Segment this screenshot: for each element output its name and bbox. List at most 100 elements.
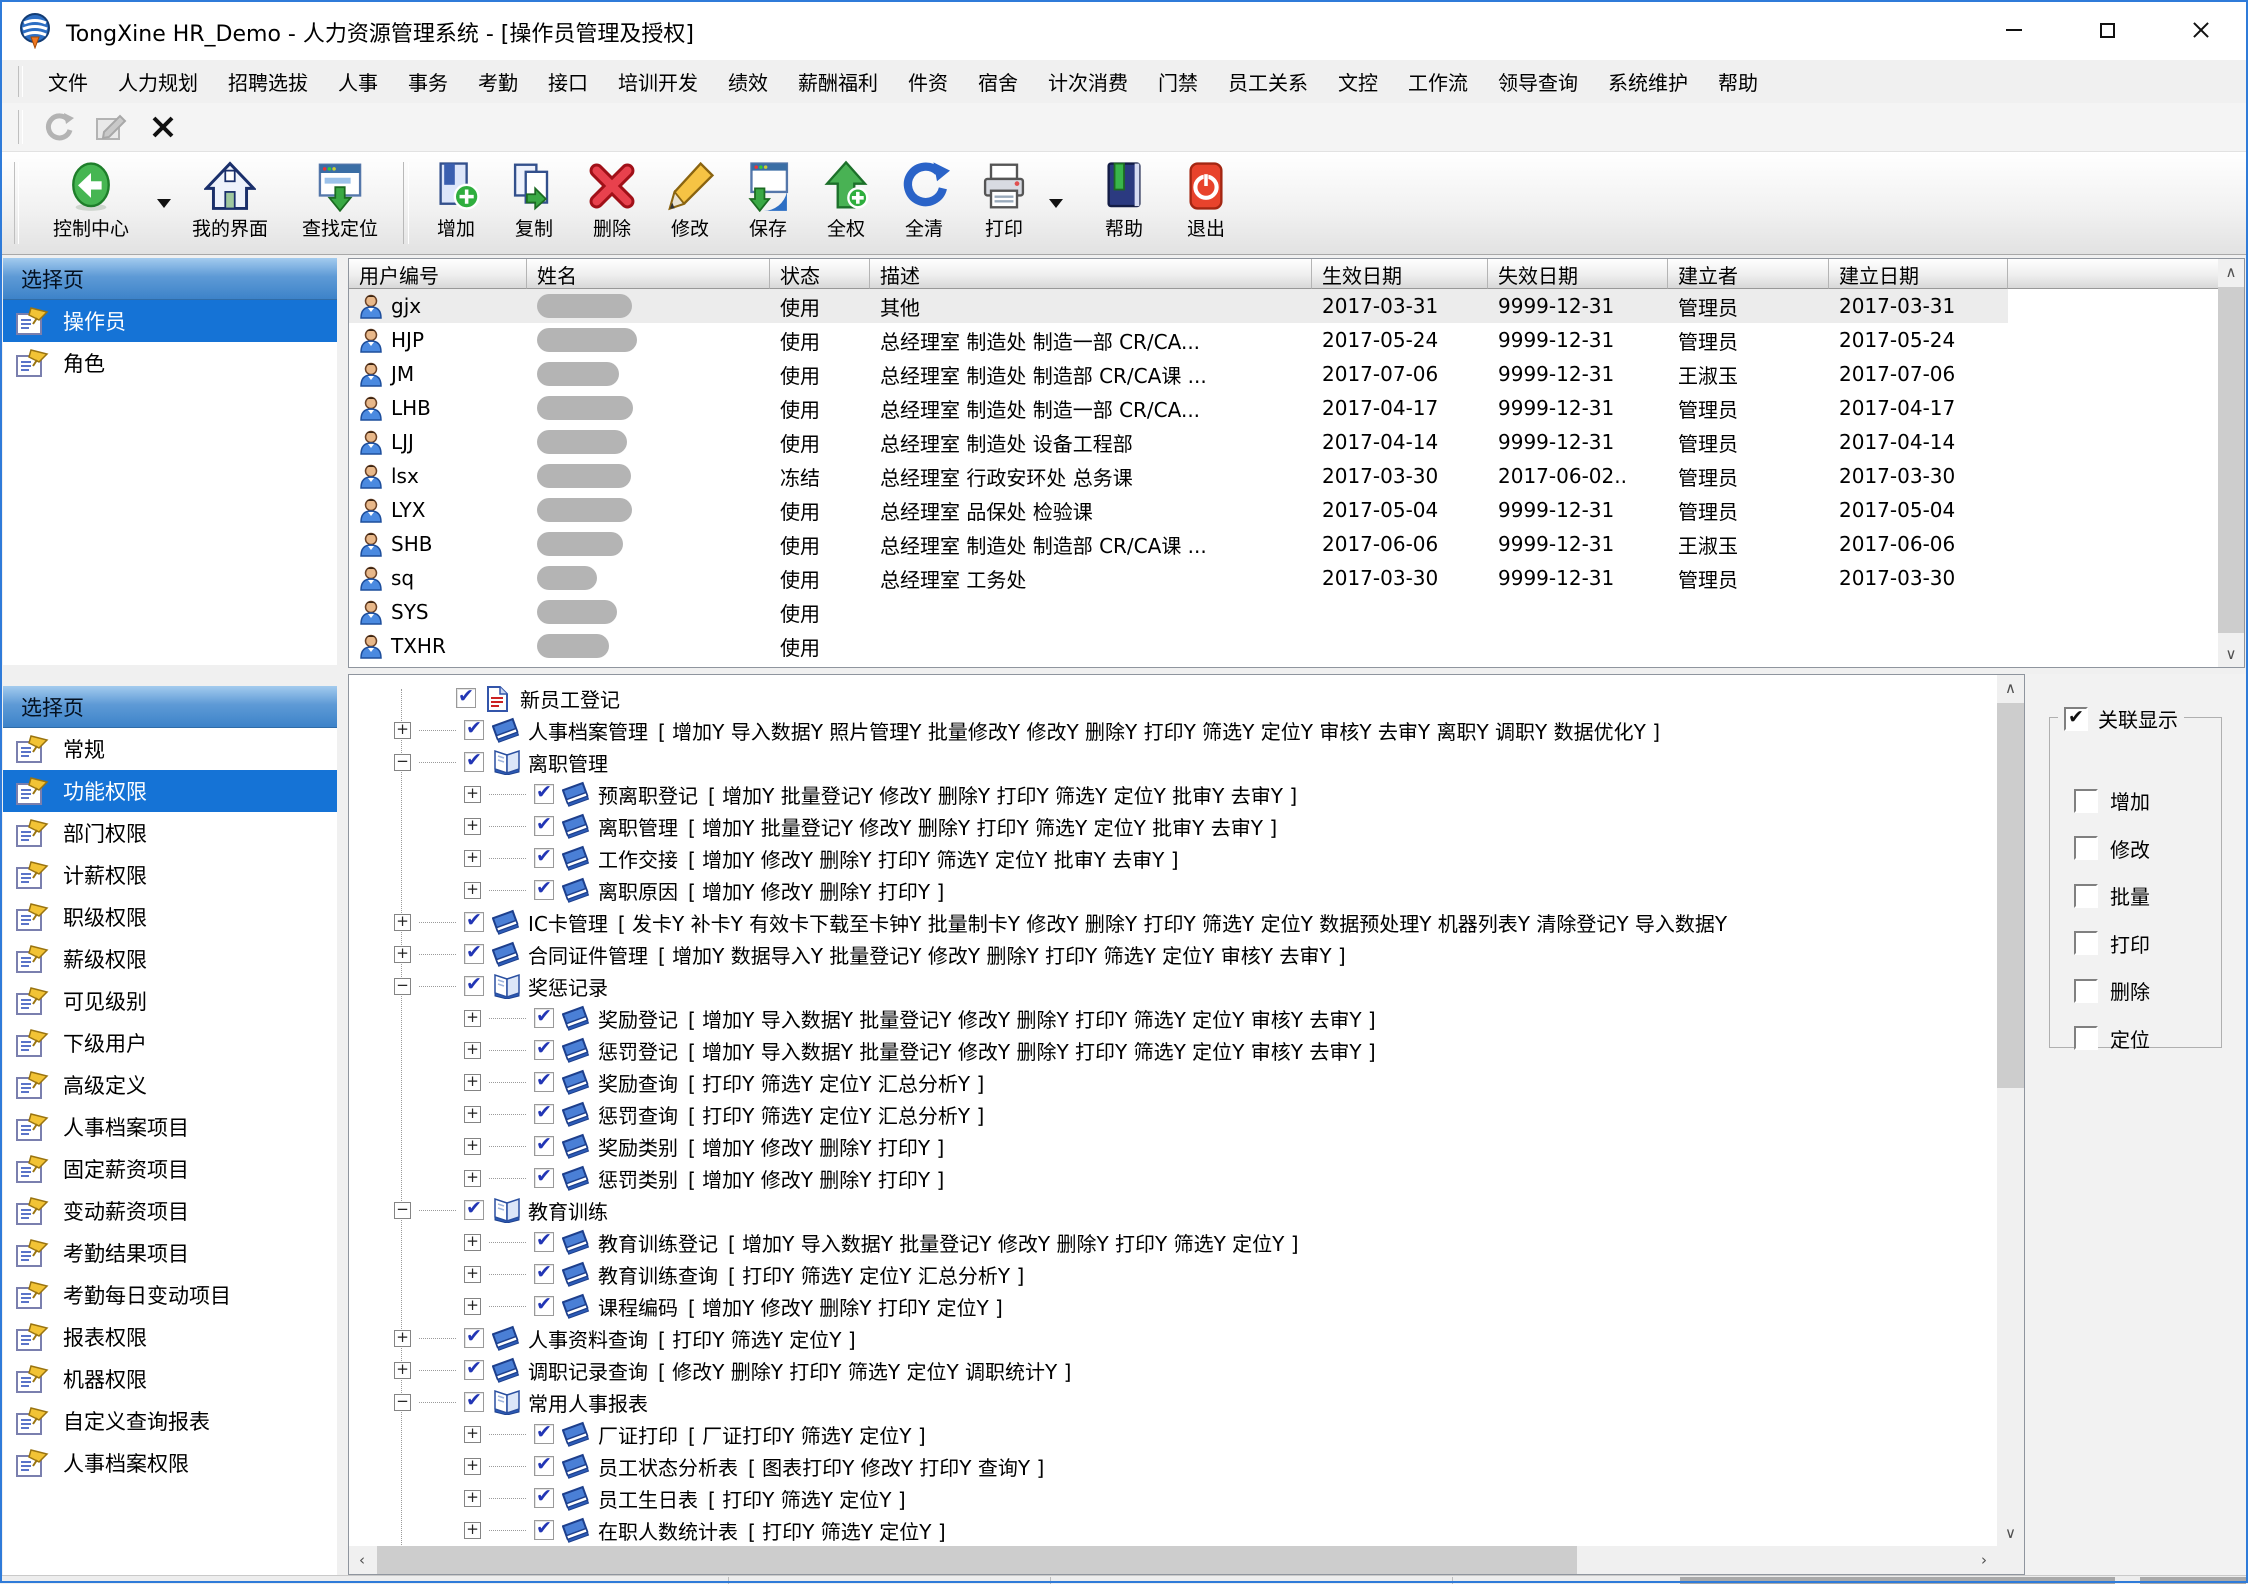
delete-button[interactable]: 删除 <box>573 152 651 254</box>
sidebar-item-常规[interactable]: 常规 <box>3 728 337 770</box>
maximize-button[interactable] <box>2090 14 2124 46</box>
tree-checkbox[interactable] <box>534 1072 554 1092</box>
tree-label[interactable]: 在职人数统计表 <box>598 1516 738 1545</box>
vertical-splitter[interactable] <box>337 258 348 1575</box>
sidebar-item-人事档案项目[interactable]: 人事档案项目 <box>3 1106 337 1148</box>
tree-label[interactable]: 教育训练 <box>528 1196 608 1225</box>
expand-toggle[interactable]: + <box>464 850 481 867</box>
tree-checkbox[interactable] <box>534 880 554 900</box>
control-center-button[interactable]: 控制中心 <box>29 152 153 254</box>
clear-all-button[interactable]: 全清 <box>885 152 963 254</box>
menu-item-12[interactable]: 宿舍 <box>963 63 1033 100</box>
expand-toggle[interactable]: + <box>394 1330 411 1347</box>
menu-item-16[interactable]: 文控 <box>1323 63 1393 100</box>
tree-checkbox[interactable] <box>464 944 484 964</box>
menu-item-3[interactable]: 招聘选拔 <box>213 63 323 100</box>
link-option-checkbox[interactable] <box>2074 931 2098 955</box>
table-row-JM[interactable]: JM使用总经理室 制造处 制造部 CR/CA课 ...2017-07-06999… <box>349 357 2008 391</box>
tree-label[interactable]: 奖励查询 <box>598 1068 678 1097</box>
menu-item-9[interactable]: 绩效 <box>713 63 783 100</box>
menu-item-13[interactable]: 计次消费 <box>1033 63 1143 100</box>
menu-item-17[interactable]: 工作流 <box>1393 63 1483 100</box>
edit-icon[interactable] <box>85 107 137 147</box>
sidebar-item-计薪权限[interactable]: 计薪权限 <box>3 854 337 896</box>
tree-checkbox[interactable] <box>464 1392 484 1412</box>
tree-checkbox[interactable] <box>534 1424 554 1444</box>
tree-label[interactable]: IC卡管理 <box>528 908 608 937</box>
tree-checkbox[interactable] <box>534 1104 554 1124</box>
link-option-checkbox[interactable] <box>2074 979 2098 1003</box>
sidebar-item-机器权限[interactable]: 机器权限 <box>3 1358 337 1400</box>
scroll-up-button[interactable]: ∧ <box>1997 675 2024 701</box>
expand-toggle[interactable]: + <box>464 1042 481 1059</box>
expand-toggle[interactable]: + <box>394 914 411 931</box>
sidebar-item-可见级别[interactable]: 可见级别 <box>3 980 337 1022</box>
close-tab-button[interactable] <box>137 107 189 147</box>
tree-checkbox[interactable] <box>534 1520 554 1540</box>
expand-toggle[interactable]: + <box>464 1266 481 1283</box>
tree-checkbox[interactable] <box>534 1488 554 1508</box>
expand-toggle[interactable]: + <box>464 818 481 835</box>
collapse-toggle[interactable]: − <box>394 1202 411 1219</box>
tree-label[interactable]: 奖惩记录 <box>528 972 608 1001</box>
menu-item-8[interactable]: 培训开发 <box>603 63 713 100</box>
tree-checkbox[interactable] <box>534 1296 554 1316</box>
close-button[interactable] <box>2184 14 2218 46</box>
expand-toggle[interactable]: + <box>464 1010 481 1027</box>
sidebar-splitter[interactable] <box>3 665 337 686</box>
tree-checkbox[interactable] <box>464 1328 484 1348</box>
column-header-5[interactable]: 生效日期 <box>1312 259 1488 289</box>
copy-button[interactable]: 复制 <box>495 152 573 254</box>
menu-item-19[interactable]: 系统维护 <box>1593 63 1703 100</box>
scroll-left-button[interactable]: ‹ <box>349 1546 375 1574</box>
scroll-down-button[interactable]: ∨ <box>2218 641 2244 667</box>
tree-checkbox[interactable] <box>534 848 554 868</box>
tree-checkbox[interactable] <box>534 784 554 804</box>
table-row-lsx[interactable]: lsx冻结总经理室 行政安环处 总务课2017-03-302017-06-02.… <box>349 459 2008 493</box>
menu-item-1[interactable]: 文件 <box>33 63 103 100</box>
sidebar-item-考勤每日变动项目[interactable]: 考勤每日变动项目 <box>3 1274 337 1316</box>
tree-checkbox[interactable] <box>534 1040 554 1060</box>
tree-label[interactable]: 合同证件管理 <box>528 940 648 969</box>
collapse-toggle[interactable]: − <box>394 754 411 771</box>
table-scrollbar[interactable]: ∧ ∨ <box>2218 259 2244 667</box>
table-row-gjx[interactable]: gjx使用其他2017-03-319999-12-31管理员2017-03-31 <box>349 289 2008 323</box>
save-button[interactable]: 保存 <box>729 152 807 254</box>
scroll-thumb[interactable] <box>377 1546 1577 1574</box>
tree-label[interactable]: 奖励登记 <box>598 1004 678 1033</box>
tree-h-scrollbar[interactable]: ‹ › <box>349 1546 1997 1574</box>
minimize-button[interactable] <box>1997 14 2031 46</box>
tree-checkbox[interactable] <box>464 1360 484 1380</box>
menu-item-11[interactable]: 件资 <box>893 63 963 100</box>
sidebar-item-功能权限[interactable]: 功能权限 <box>3 770 337 812</box>
tree-checkbox[interactable] <box>464 912 484 932</box>
expand-toggle[interactable]: + <box>464 786 481 803</box>
tree-label[interactable]: 人事档案管理 <box>528 716 648 745</box>
sidebar-item-操作员[interactable]: 操作员 <box>3 300 337 342</box>
sidebar-item-下级用户[interactable]: 下级用户 <box>3 1022 337 1064</box>
column-header-7[interactable]: 建立者 <box>1668 259 1829 289</box>
control-center-dropdown[interactable] <box>153 152 175 254</box>
tree-checkbox[interactable] <box>534 1008 554 1028</box>
tree-label[interactable]: 惩罚类别 <box>598 1164 678 1193</box>
table-row-LYX[interactable]: LYX使用总经理室 品保处 检验课2017-05-049999-12-31管理员… <box>349 493 2008 527</box>
scroll-thumb[interactable] <box>2218 287 2244 633</box>
collapse-toggle[interactable]: − <box>394 1394 411 1411</box>
tree-label[interactable]: 新员工登记 <box>520 684 620 713</box>
sidebar-item-报表权限[interactable]: 报表权限 <box>3 1316 337 1358</box>
tree-label[interactable]: 课程编码 <box>598 1292 678 1321</box>
add-button[interactable]: 增加 <box>417 152 495 254</box>
tree-checkbox[interactable] <box>534 1264 554 1284</box>
tree-label[interactable]: 惩罚登记 <box>598 1036 678 1065</box>
tree-label[interactable]: 惩罚查询 <box>598 1100 678 1129</box>
sidebar-item-薪级权限[interactable]: 薪级权限 <box>3 938 337 980</box>
tree-label[interactable]: 离职管理 <box>598 812 678 841</box>
tree-checkbox[interactable] <box>534 816 554 836</box>
menu-item-4[interactable]: 人事 <box>323 63 393 100</box>
link-option-checkbox[interactable] <box>2074 836 2098 860</box>
menu-item-7[interactable]: 接口 <box>533 63 603 100</box>
menu-item-15[interactable]: 员工关系 <box>1213 63 1323 100</box>
refresh-icon[interactable] <box>33 107 85 147</box>
tree-label[interactable]: 教育训练登记 <box>598 1228 718 1257</box>
scroll-right-button[interactable]: › <box>1971 1546 1997 1574</box>
